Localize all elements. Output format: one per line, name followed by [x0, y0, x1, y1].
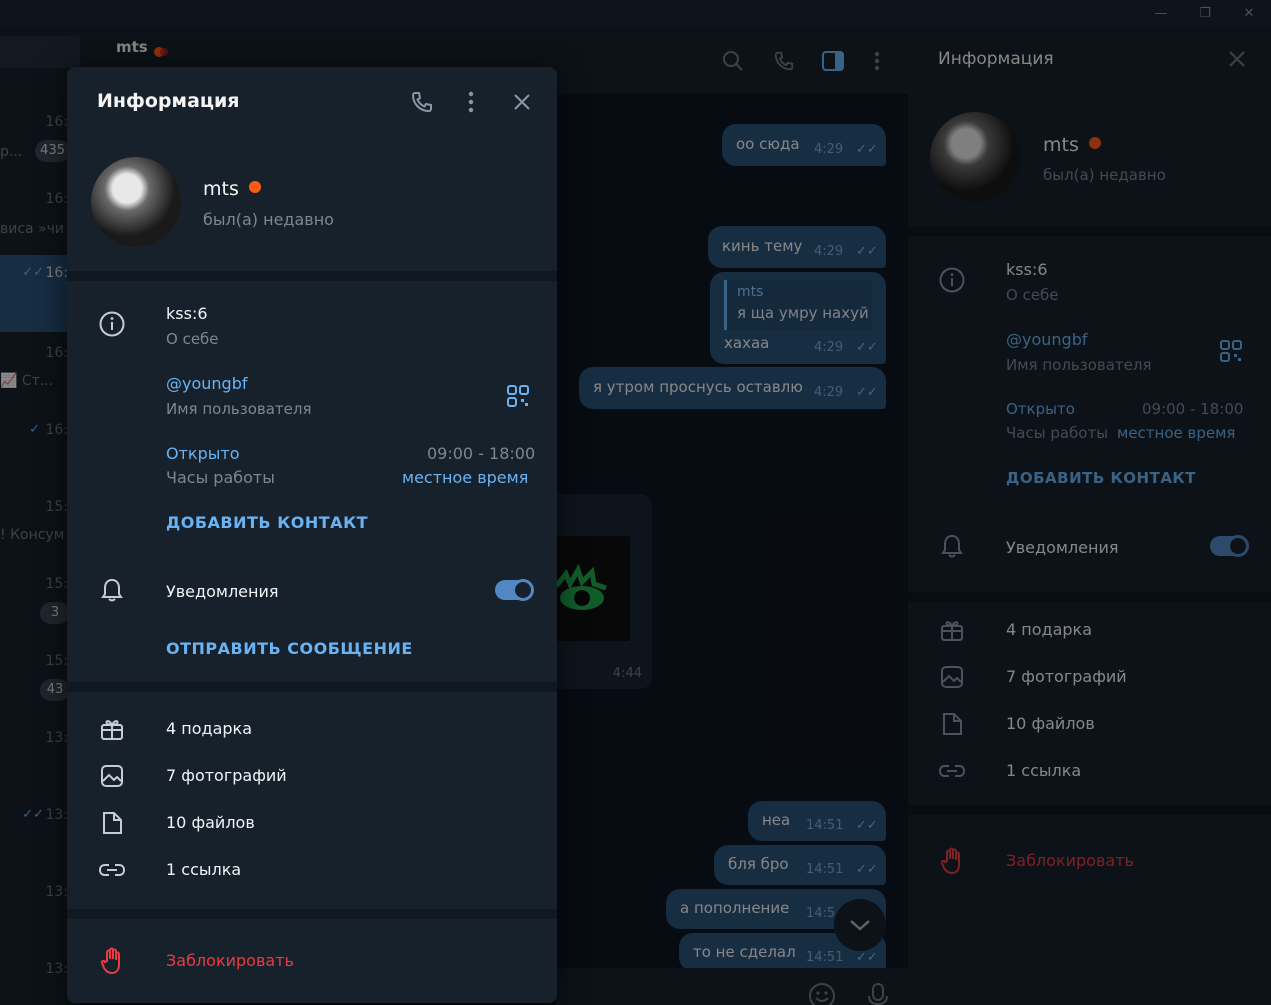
bell-icon [98, 576, 126, 604]
bio-label: О себе [166, 330, 219, 348]
hand-stop-icon [98, 947, 126, 975]
gifts-item[interactable]: 4 подарка [166, 719, 252, 738]
close-icon[interactable] [513, 93, 531, 115]
files-item[interactable]: 10 файлов [166, 813, 255, 832]
hours-status[interactable]: Открыто [166, 444, 239, 463]
modal-title: Информация [97, 90, 240, 112]
username-link[interactable]: @youngbf [166, 374, 247, 393]
notifications-label: Уведомления [166, 582, 279, 601]
more-vertical-icon[interactable] [468, 91, 474, 117]
qr-code-icon[interactable] [507, 385, 529, 411]
photo-icon [98, 762, 126, 790]
photos-item[interactable]: 7 фотографий [166, 766, 287, 785]
profile-status: был(а) недавно [203, 210, 334, 229]
file-icon [98, 809, 126, 837]
notifications-toggle[interactable] [495, 579, 534, 601]
info-icon [98, 310, 126, 338]
username-label: Имя пользователя [166, 400, 312, 418]
divider [67, 909, 557, 919]
link-icon [98, 856, 126, 884]
divider [67, 271, 557, 281]
gift-icon [98, 715, 126, 743]
info-modal: Информация mts был(а) недавно kss:6 О се… [67, 67, 557, 1003]
links-item[interactable]: 1 ссылка [166, 860, 241, 879]
hours-label: Часы работы [166, 468, 275, 487]
bio-text: kss:6 [166, 304, 208, 323]
hours-range: 09:00 - 18:00 [427, 444, 536, 463]
send-message-button[interactable]: ОТПРАВИТЬ СООБЩЕНИЕ [166, 639, 413, 658]
block-button[interactable]: Заблокировать [166, 951, 294, 970]
phone-icon[interactable] [410, 90, 434, 118]
local-time-link[interactable]: местное время [402, 468, 528, 487]
divider [67, 682, 557, 692]
avatar[interactable] [91, 157, 181, 247]
profile-name-wrap: mts [203, 178, 261, 200]
status-dot-icon [248, 181, 261, 193]
profile-name: mts [203, 178, 239, 200]
add-contact-button[interactable]: ДОБАВИТЬ КОНТАКТ [166, 513, 368, 532]
